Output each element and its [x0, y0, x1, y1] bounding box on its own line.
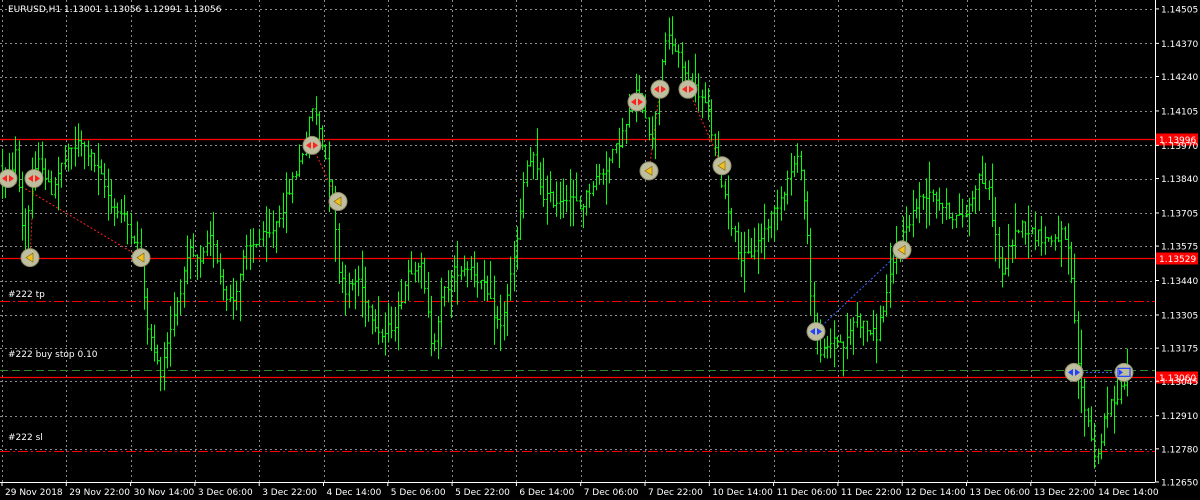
time-tick-label: 5 Dec 22:00: [455, 488, 510, 498]
time-tick-label: 29 Nov 2018: [5, 488, 63, 498]
marker-disc: [678, 79, 698, 99]
time-tick-label: 7 Dec 06:00: [584, 488, 639, 498]
ohlc-bars: [1, 16, 1129, 469]
trade-markers: [0, 79, 1134, 382]
time-tick-label: 11 Dec 22:00: [841, 488, 902, 498]
time-tick-label: 10 Dec 14:00: [712, 488, 773, 498]
marker-disc: [1064, 362, 1084, 382]
chart-grid: [0, 0, 1155, 483]
trade-marker-buy[interactable]: [806, 322, 826, 342]
trade-marker-buy[interactable]: [1064, 362, 1084, 382]
trade-marker-sell[interactable]: [678, 79, 698, 99]
symbol-header: EURUSD,H1 1.13001 1.13056 1.12991 1.1305…: [8, 5, 222, 15]
time-tick-label: 11 Dec 06:00: [777, 488, 838, 498]
time-tick-label: 3 Dec 06:00: [198, 488, 253, 498]
marker-disc: [627, 92, 647, 112]
trade-marker-sell[interactable]: [650, 79, 670, 99]
price-tick-label: 1.13175: [1161, 345, 1198, 355]
price-tick-label: 1.13970: [1161, 142, 1198, 152]
time-tick-label: 13 Dec 06:00: [970, 488, 1031, 498]
marker-disc: [806, 322, 826, 342]
time-tick-label: 3 Dec 22:00: [262, 488, 317, 498]
price-tick-label: 1.12910: [1161, 412, 1198, 422]
price-tick-label: 1.14370: [1161, 40, 1198, 50]
level-price-tag-text: 1.13529: [1159, 255, 1196, 265]
order-sl-label: #222 sl: [8, 433, 43, 443]
price-tick-label: 1.13575: [1161, 243, 1198, 253]
order-tp-label: #222 tp: [8, 290, 45, 300]
time-tick-label: 14 Dec 14:00: [1098, 488, 1159, 498]
trade-marker-close[interactable]: [712, 156, 732, 176]
trade-marker-sell[interactable]: [627, 92, 647, 112]
time-tick-label: 30 Nov 14:00: [134, 488, 195, 498]
order-lines: [0, 301, 1155, 452]
trade-marker-close[interactable]: [639, 161, 659, 181]
price-tick-label: 1.14505: [1161, 5, 1198, 15]
price-tick-label: 1.13705: [1161, 209, 1198, 219]
price-tick-label: 1.12780: [1161, 445, 1198, 455]
price-tick-label: 1.13305: [1161, 311, 1198, 321]
time-tick-label: 5 Dec 06:00: [391, 488, 446, 498]
marker-disc: [650, 79, 670, 99]
price-axis: 1.14505 1.14370 1.14240 1.14105 1.13970 1.138…: [1155, 0, 1198, 489]
trade-marker-close[interactable]: [20, 248, 40, 268]
trade-marker-sell[interactable]: [0, 169, 18, 189]
trade-marker-close[interactable]: [892, 240, 912, 260]
trade-connector: [648, 89, 661, 171]
price-tick-label: 1.12650: [1161, 479, 1198, 489]
time-tick-label: 6 Dec 14:00: [519, 488, 574, 498]
trade-connector: [815, 249, 903, 332]
trade-marker-close[interactable]: [131, 248, 151, 268]
chart-window[interactable]: 1.13996 1.13529 1.13060 1.14505 1.14370 1.14…: [0, 0, 1200, 500]
trade-marker-sell[interactable]: [302, 135, 322, 155]
time-tick-label: 13 Dec 22:00: [1034, 488, 1095, 498]
price-tick-label: 1.13440: [1161, 277, 1198, 287]
time-tick-label: 12 Dec 14:00: [905, 488, 966, 498]
price-chart[interactable]: 1.139961.135291.13060 1.145051.143701.14…: [0, 0, 1200, 500]
time-tick-label: 4 Dec 14:00: [327, 488, 382, 498]
trade-connectors: [7, 89, 1124, 373]
trade-marker-buybox[interactable]: [1114, 362, 1134, 382]
price-tick-label: 1.13840: [1161, 175, 1198, 185]
trade-marker-close[interactable]: [328, 191, 348, 211]
price-tick-label: 1.14240: [1161, 73, 1198, 83]
time-tick-label: 7 Dec 22:00: [648, 488, 703, 498]
marker-disc: [24, 169, 44, 189]
trade-marker-sell[interactable]: [24, 169, 44, 189]
time-axis: 29 Nov 2018 29 Nov 22:00 30 Nov 14:00 3 Dec…: [0, 482, 1159, 498]
price-tick-label: 1.13045: [1161, 378, 1198, 388]
order-buy-stop-label: #222 buy stop 0.10: [8, 350, 98, 360]
price-tick-label: 1.14105: [1161, 107, 1198, 117]
marker-disc: [302, 135, 322, 155]
time-tick-label: 29 Nov 22:00: [69, 488, 130, 498]
